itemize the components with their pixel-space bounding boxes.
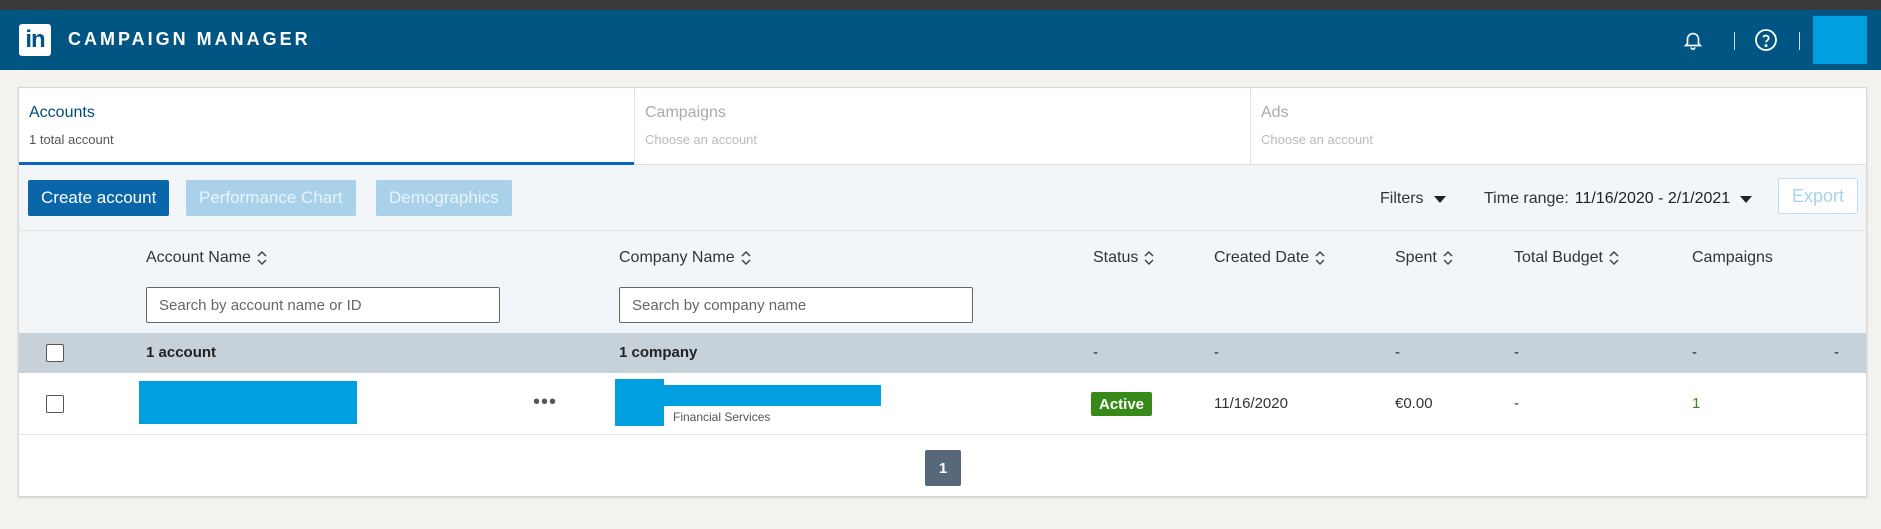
redacted-company-logo — [615, 379, 664, 426]
table-row: ••• Financial Services Active 11/16/2020… — [19, 373, 1866, 435]
accounts-panel: Accounts 1 total account Campaigns Choos… — [18, 87, 1867, 497]
more-actions-icon[interactable]: ••• — [533, 391, 557, 414]
help-icon[interactable] — [1752, 26, 1780, 54]
account-search-input[interactable] — [146, 287, 500, 323]
sort-icon — [257, 250, 267, 266]
filters-dropdown[interactable]: Filters — [1380, 190, 1446, 208]
company-industry: Financial Services — [673, 410, 771, 424]
tab-subtitle: Choose an account — [645, 132, 758, 147]
window-top-strip — [0, 0, 1881, 10]
time-range-dropdown[interactable]: Time range: 11/16/2020 - 2/1/2021 — [1484, 190, 1753, 208]
caret-down-icon — [1433, 195, 1446, 203]
summary-created-date: - — [1214, 344, 1219, 361]
summary-extra: - — [1834, 344, 1839, 361]
campaigns-count-link[interactable]: 1 — [1692, 395, 1700, 412]
column-label: Campaigns — [1692, 249, 1773, 266]
bell-icon[interactable] — [1679, 26, 1707, 54]
column-label: Spent — [1395, 249, 1437, 266]
summary-campaigns: - — [1692, 344, 1697, 361]
caret-down-icon — [1740, 195, 1753, 203]
column-total-budget[interactable]: Total Budget — [1514, 249, 1619, 267]
tab-subtitle: Choose an account — [1261, 132, 1374, 147]
column-campaigns: Campaigns — [1692, 249, 1773, 267]
column-account-name[interactable]: Account Name — [146, 249, 267, 267]
column-label: Account Name — [146, 249, 251, 266]
summary-companies: 1 company — [619, 344, 698, 361]
row-checkbox[interactable] — [46, 395, 64, 413]
summary-status: - — [1093, 344, 1098, 361]
sort-icon — [1144, 250, 1154, 266]
create-account-button[interactable]: Create account — [28, 180, 170, 216]
total-budget-cell: - — [1514, 395, 1519, 412]
tab-campaigns[interactable]: Campaigns Choose an account — [635, 88, 1251, 164]
avatar[interactable] — [1813, 16, 1867, 64]
tab-title: Campaigns — [645, 104, 726, 121]
sort-icon — [1609, 250, 1619, 266]
header-divider — [1799, 32, 1800, 50]
export-button[interactable]: Export — [1778, 178, 1858, 214]
select-all-checkbox[interactable] — [46, 344, 64, 362]
created-date-cell: 11/16/2020 — [1214, 395, 1288, 412]
tab-title: Accounts — [29, 104, 95, 121]
redacted-account-name[interactable] — [139, 381, 357, 424]
app-title: CAMPAIGN MANAGER — [68, 29, 311, 49]
time-range-label: Time range: — [1484, 190, 1569, 207]
status-badge: Active — [1091, 392, 1153, 416]
redacted-company-name[interactable] — [664, 385, 881, 406]
sort-icon — [1315, 250, 1325, 266]
column-label: Total Budget — [1514, 249, 1603, 266]
column-company-name[interactable]: Company Name — [619, 249, 751, 267]
summary-spent: - — [1395, 344, 1400, 361]
column-label: Created Date — [1214, 249, 1310, 266]
summary-accounts: 1 account — [146, 344, 217, 361]
company-search-input[interactable] — [619, 287, 973, 323]
sort-icon — [1443, 250, 1453, 266]
linkedin-logo[interactable]: in — [19, 24, 51, 56]
toolbar: Create account Performance Chart Demogra… — [19, 165, 1866, 230]
time-range-value: 11/16/2020 - 2/1/2021 — [1574, 190, 1731, 207]
column-status[interactable]: Status — [1093, 249, 1154, 267]
tab-subtitle: 1 total account — [29, 132, 114, 147]
tab-ads[interactable]: Ads Choose an account — [1251, 88, 1866, 164]
column-spent[interactable]: Spent — [1395, 249, 1453, 267]
column-label: Company Name — [619, 249, 735, 266]
header-divider — [1734, 32, 1735, 50]
sort-icon — [741, 250, 751, 266]
column-created-date[interactable]: Created Date — [1214, 249, 1325, 267]
pagination-page-button[interactable]: 1 — [925, 450, 961, 486]
app-header: in CAMPAIGN MANAGER — [0, 10, 1881, 70]
tab-bar: Accounts 1 total account Campaigns Choos… — [19, 88, 1866, 165]
summary-row: 1 account 1 company - - - - - - — [19, 333, 1866, 373]
summary-total-budget: - — [1514, 344, 1519, 361]
column-label: Status — [1093, 249, 1139, 266]
tab-accounts[interactable]: Accounts 1 total account — [19, 88, 635, 165]
spent-cell: €0.00 — [1395, 395, 1433, 412]
filters-label: Filters — [1380, 190, 1424, 207]
table-header: Account Name Company Name Status Created… — [19, 230, 1866, 333]
performance-chart-button[interactable]: Performance Chart — [186, 180, 356, 216]
demographics-button[interactable]: Demographics — [376, 180, 512, 216]
tab-title: Ads — [1261, 104, 1289, 121]
